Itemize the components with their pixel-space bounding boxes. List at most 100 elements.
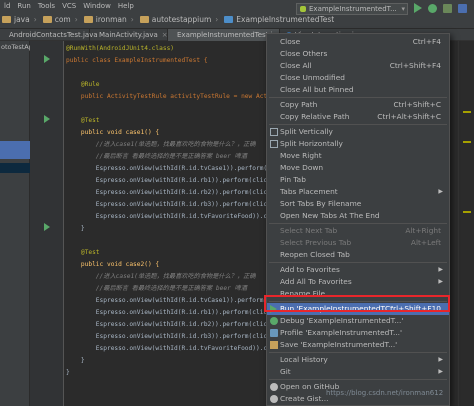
menu-window[interactable]: Window <box>83 2 111 10</box>
code-line[interactable]: public void case2() { <box>66 259 159 271</box>
code-line[interactable]: //进入case1(单选题，找最喜欢吃的食物是什么？，正确 <box>66 271 256 283</box>
menu-help[interactable]: Help <box>118 2 134 10</box>
coverage-icon[interactable] <box>443 4 452 13</box>
menu-item-label: Tabs Placement <box>280 187 338 196</box>
menu-run[interactable]: Run <box>17 2 30 10</box>
code-line[interactable]: Espresso.onView(withId(R.id.rb1)).perfor… <box>66 175 271 187</box>
project-selected-node[interactable] <box>0 141 30 159</box>
code-line[interactable]: public ActivityTestRule activityTestRule… <box>66 91 271 103</box>
menu-item-git[interactable]: Git ▶ <box>267 366 449 378</box>
code-line[interactable]: //进入case1(单选题，找最喜欢吃的食物是什么？，正确 <box>66 139 256 151</box>
code-line[interactable]: @RunWith(AndroidJUnit4.class) <box>66 43 174 55</box>
close-icon[interactable]: × <box>162 31 168 39</box>
menu-item-debug-exampleinstrumentedt[interactable]: Debug 'ExampleInstrumentedT...' <box>267 315 449 327</box>
menu-item-pin-tab[interactable]: Pin Tab <box>267 174 449 186</box>
editor-tab-context-menu: Close Ctrl+F4 Close Others Close All Ctrl+Sh… <box>266 33 450 406</box>
menu-item-close-unmodified[interactable]: Close Unmodified <box>267 72 449 84</box>
code-line[interactable]: Espresso.onView(withId(R.id.tvCase1)).pe… <box>66 295 276 307</box>
tab-main-activity[interactable]: MainActivity.java × <box>90 28 168 41</box>
code-line[interactable]: public class ExampleInstrumentedTest { <box>66 55 208 67</box>
menu-item-local-history[interactable]: Local History ▶ <box>267 354 449 366</box>
menu-item-move-right[interactable]: Move Right <box>267 150 449 162</box>
menu-item-copy-path[interactable]: Copy Path Ctrl+Shift+C <box>267 99 449 111</box>
tab-android-contacts-test[interactable]: AndroidContactsTest.java <box>0 28 98 41</box>
menu-item-select-previous-tab[interactable]: Select Previous Tab Alt+Left <box>267 237 449 249</box>
warning-marker[interactable] <box>463 141 471 143</box>
breadcrumb-class[interactable]: ExampleInstrumentedTest <box>224 15 334 24</box>
code-line[interactable]: public void case1() { <box>66 127 159 139</box>
tab-example-instrumented-test[interactable]: ExampleInstrumentedTest.java <box>168 28 285 41</box>
chevron-down-icon: ▾ <box>401 5 405 13</box>
profile-icon[interactable] <box>458 4 467 13</box>
code-line[interactable]: Espresso.onView(withId(R.id.tvFavoriteFo… <box>66 343 271 355</box>
code-line[interactable]: } <box>66 367 70 379</box>
code-editor[interactable]: @RunWith(AndroidJUnit4.class) public clas… <box>66 41 276 406</box>
menu-tools[interactable]: Tools <box>38 2 55 10</box>
code-line[interactable]: Espresso.onView(withId(R.id.tvFavoriteFo… <box>66 211 271 223</box>
menu-item-sort-tabs-by-filename[interactable]: Sort Tabs By Filename <box>267 198 449 210</box>
run-config-selector[interactable]: ExampleInstrumentedT... ▾ <box>296 3 408 15</box>
code-line[interactable]: Espresso.onView(withId(R.id.rb3)).perfor… <box>66 199 271 211</box>
menu-item-open-new-tabs-at-the-end[interactable]: Open New Tabs At The End <box>267 210 449 222</box>
breadcrumb-java[interactable]: java › <box>2 15 37 24</box>
code-line[interactable]: Espresso.onView(withId(R.id.rb1)).perfor… <box>66 307 271 319</box>
project-tree-node[interactable] <box>0 163 30 173</box>
code-line[interactable]: @Rule <box>66 79 100 91</box>
code-line[interactable]: Espresso.onView(withId(R.id.rb3)).perfor… <box>66 331 271 343</box>
menu-item-label: Reopen Closed Tab <box>280 250 350 259</box>
menu-item-add-all-to-favorites[interactable]: Add All To Favorites ▶ <box>267 276 449 288</box>
menu-item-split-horizontally[interactable]: Split Horizontally <box>267 138 449 150</box>
menu-item-copy-relative-path[interactable]: Copy Relative Path Ctrl+Alt+Shift+C <box>267 111 449 123</box>
menu-item-label: Git <box>280 367 291 376</box>
run-icon[interactable] <box>414 3 422 13</box>
menu-item-label: Select Next Tab <box>280 226 338 235</box>
menu-item-close-all[interactable]: Close All Ctrl+Shift+F4 <box>267 60 449 72</box>
menu-item-label: Move Right <box>280 151 322 160</box>
editor-scrollbar[interactable] <box>458 41 474 406</box>
warning-marker[interactable] <box>463 111 471 113</box>
menu-item-move-down[interactable]: Move Down <box>267 162 449 174</box>
menu-item-shortcut: Ctrl+F4 <box>412 37 441 46</box>
code-line[interactable]: @Test <box>66 115 100 127</box>
android-icon <box>300 6 306 12</box>
menu-item-shortcut: Ctrl+Shift+C <box>393 100 442 109</box>
submenu-arrow-icon: ▶ <box>438 188 443 195</box>
code-line[interactable]: //最后断言 看最终选择的是不是正确答案 beer 啤酒 <box>66 283 247 295</box>
menu-item-label: Close Unmodified <box>280 73 345 82</box>
code-line[interactable]: Espresso.onView(withId(R.id.tvCase1)).pe… <box>66 163 276 175</box>
menu-item-profile-exampleinstrumentedt[interactable]: Profile 'ExampleInstrumentedT...' <box>267 327 449 339</box>
split-horizontal-icon <box>270 140 278 148</box>
code-line[interactable]: } <box>66 223 85 235</box>
menu-item-reopen-closed-tab[interactable]: Reopen Closed Tab <box>267 249 449 261</box>
code-line[interactable]: //最后断言 看最终选择的是不是正确答案 beer 啤酒 <box>66 151 247 163</box>
run-test-gutter-icon[interactable] <box>44 115 50 123</box>
menu-item-add-to-favorites[interactable]: Add to Favorites ▶ <box>267 264 449 276</box>
submenu-arrow-icon: ▶ <box>438 278 443 285</box>
menu-item-label: Add to Favorites <box>280 265 340 274</box>
menu-item-tabs-placement[interactable]: Tabs Placement ▶ <box>267 186 449 198</box>
run-class-gutter-icon[interactable] <box>44 55 50 63</box>
warning-marker[interactable] <box>463 211 471 213</box>
chevron-right-icon: › <box>130 15 134 24</box>
chevron-right-icon: › <box>215 15 219 24</box>
menu-item-close-all-but-pinned[interactable]: Close All but Pinned <box>267 84 449 96</box>
debug-icon[interactable] <box>428 4 437 13</box>
menu-item-split-vertically[interactable]: Split Vertically <box>267 126 449 138</box>
code-line[interactable]: } <box>66 355 85 367</box>
menu-item-label: Profile 'ExampleInstrumentedT...' <box>280 328 403 337</box>
menu-item-close-others[interactable]: Close Others <box>267 48 449 60</box>
menu-item-close[interactable]: Close Ctrl+F4 <box>267 36 449 48</box>
code-line[interactable]: @Test <box>66 247 100 259</box>
breadcrumb-autotestappium[interactable]: autotestappium › <box>139 15 219 24</box>
menu-item-select-next-tab[interactable]: Select Next Tab Alt+Right <box>267 225 449 237</box>
breadcrumb-ironman[interactable]: ironman › <box>83 15 134 24</box>
breadcrumb-com[interactable]: com › <box>42 15 78 24</box>
menu-vcs[interactable]: VCS <box>62 2 76 10</box>
code-line[interactable]: Espresso.onView(withId(R.id.rb2)).perfor… <box>66 187 271 199</box>
menu-item-label: Close All but Pinned <box>280 85 354 94</box>
run-test-gutter-icon[interactable] <box>44 223 50 231</box>
menu-build[interactable]: ld <box>4 2 10 10</box>
editor-gutter <box>30 41 64 406</box>
menu-item-save-exampleinstrumentedt[interactable]: Save 'ExampleInstrumentedT...' <box>267 339 449 351</box>
code-line[interactable]: Espresso.onView(withId(R.id.rb2)).perfor… <box>66 319 271 331</box>
